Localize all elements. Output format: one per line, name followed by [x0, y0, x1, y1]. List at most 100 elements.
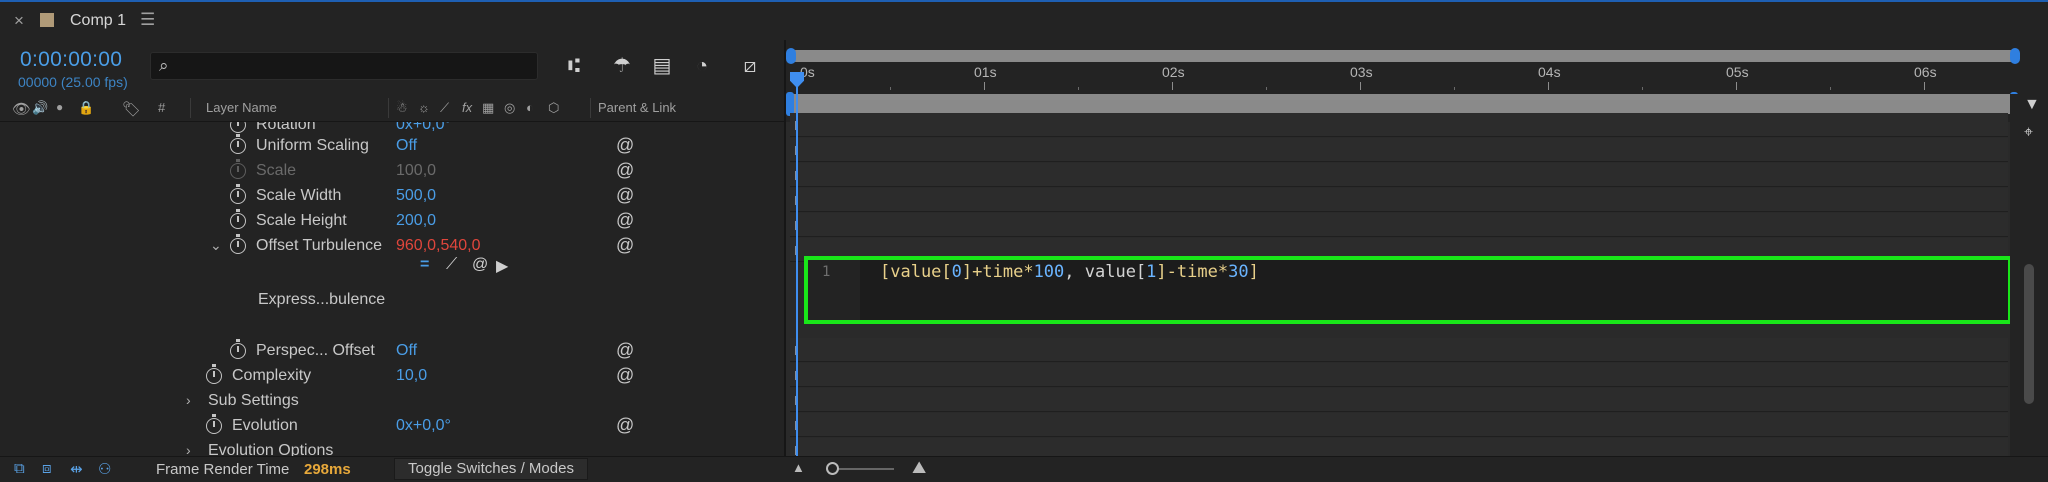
property-row-scale-height[interactable]: Scale Height 200,0 @	[0, 209, 784, 234]
track-row[interactable]: I	[790, 363, 2008, 387]
in-out-duration-icon[interactable]: ⇹	[70, 460, 83, 478]
track-row[interactable]: I	[790, 163, 2008, 187]
work-area-end-handle[interactable]	[2010, 48, 2020, 64]
property-value[interactable]: 200,0	[396, 212, 436, 230]
stopwatch-icon[interactable]	[206, 414, 222, 434]
property-value[interactable]: Off	[396, 137, 417, 155]
stopwatch-icon[interactable]	[230, 234, 246, 254]
property-row-expression[interactable]: Express...bulence	[0, 288, 784, 313]
3d-layer-switch-icon[interactable]: ⬡	[548, 100, 559, 116]
track-row[interactable]: I	[790, 338, 2008, 362]
property-group-sub-settings[interactable]: › Sub Settings	[0, 389, 784, 414]
frame-blending-icon[interactable]: ▤	[648, 52, 676, 80]
expand-chevron-icon[interactable]: ›	[186, 442, 191, 456]
pick-whip-icon[interactable]: @	[616, 235, 634, 256]
property-row-evolution[interactable]: Evolution 0x+0,0° @	[0, 414, 784, 439]
stopwatch-icon[interactable]	[230, 134, 246, 154]
pick-whip-icon[interactable]: @	[616, 340, 634, 361]
property-row-complexity[interactable]: Complexity 10,0 @	[0, 364, 784, 389]
render-time-icon[interactable]: ⚇	[98, 460, 111, 478]
comp-marker-bin-icon[interactable]: ▼	[2024, 96, 2040, 114]
property-row-uniform-scaling[interactable]: Uniform Scaling Off @	[0, 134, 784, 159]
adjustment-switch-icon[interactable]: ◐	[526, 100, 534, 115]
track-row[interactable]: I	[790, 188, 2008, 212]
property-group-evolution-options[interactable]: › Evolution Options	[0, 439, 784, 456]
motion-blur-switch-icon[interactable]: ◎	[504, 100, 515, 116]
track-row[interactable]: I	[790, 388, 2008, 412]
quality-switch-icon[interactable]: ⟋	[440, 100, 449, 116]
stopwatch-icon[interactable]	[230, 339, 246, 359]
effect-switch-icon[interactable]: fx	[462, 100, 472, 115]
property-value[interactable]: 0x+0,0°	[396, 122, 451, 134]
search-input[interactable]	[187, 55, 527, 77]
zoom-out-icon[interactable]: ▲	[792, 460, 805, 475]
track-row[interactable]: I	[790, 213, 2008, 237]
expression-editor[interactable]: 1 [value[0]+time*100, value[1]-time*30]	[804, 256, 2012, 324]
toggle-switches-modes-button[interactable]: Toggle Switches / Modes	[394, 458, 588, 480]
stopwatch-icon[interactable]	[230, 209, 246, 229]
property-row-scale-width[interactable]: Scale Width 500,0 @	[0, 184, 784, 209]
panel-menu-icon[interactable]: ☰	[140, 10, 155, 30]
collapse-switch-icon[interactable]: ☼	[418, 100, 430, 115]
time-navigator-bar[interactable]	[790, 94, 2016, 114]
motion-blur-icon[interactable]: ◔	[688, 52, 716, 80]
stopwatch-icon[interactable]	[206, 364, 222, 384]
pick-whip-icon[interactable]: @	[616, 415, 634, 436]
video-switch-icon[interactable]: 👁	[12, 100, 31, 118]
zoom-slider-thumb[interactable]	[826, 462, 839, 475]
pick-whip-icon[interactable]: @	[616, 135, 634, 156]
expression-code-line[interactable]: [value[0]+time*100, value[1]-time*30]	[880, 262, 1259, 282]
graph-editor-icon[interactable]: ⧄	[736, 52, 764, 80]
work-area-start-handle[interactable]	[786, 48, 796, 64]
property-row-perspective-offset[interactable]: Perspec... Offset Off @	[0, 339, 784, 364]
track-row[interactable]: I	[790, 113, 2008, 137]
lock-switch-icon[interactable]: 🔒	[78, 100, 94, 116]
column-divider[interactable]	[190, 98, 191, 118]
column-divider[interactable]	[388, 98, 389, 118]
property-value[interactable]: 10,0	[396, 367, 427, 385]
frame-blend-switch-icon[interactable]: ▦	[482, 100, 494, 116]
property-value[interactable]: 500,0	[396, 187, 436, 205]
playhead-line[interactable]	[796, 86, 798, 456]
vertical-scrollbar[interactable]	[2024, 264, 2034, 404]
zoom-in-icon[interactable]: ⛰	[912, 458, 926, 478]
composition-flowchart-icon[interactable]: ⑆	[560, 52, 588, 80]
layer-search-field[interactable]: ⌕	[150, 52, 538, 80]
expand-chevron-icon[interactable]: ›	[186, 392, 191, 408]
expression-graph-icon[interactable]: ⟋	[446, 256, 457, 274]
stopwatch-icon[interactable]	[230, 184, 246, 204]
zoom-slider-track[interactable]	[832, 468, 894, 470]
track-row[interactable]: I	[790, 138, 2008, 162]
column-divider[interactable]	[590, 98, 591, 118]
property-value[interactable]: Off	[396, 342, 417, 360]
close-tab-icon[interactable]: ×	[14, 11, 24, 31]
parent-link-header[interactable]: Parent & Link	[598, 100, 676, 115]
audio-switch-icon[interactable]: 🔊	[32, 100, 48, 116]
expression-language-menu-icon[interactable]: ▶	[496, 256, 508, 276]
expand-chevron-icon[interactable]: ⌄	[210, 237, 222, 254]
pick-whip-icon[interactable]: @	[616, 365, 634, 386]
label-tag-icon[interactable]: 🏷	[122, 100, 141, 118]
pick-whip-icon[interactable]: @	[616, 160, 634, 181]
time-ruler[interactable]: 0s 01s 02s 03s 04s 05s 06s	[790, 64, 2022, 90]
shy-switch-icon[interactable]: ☃	[396, 100, 408, 116]
expression-enable-icon[interactable]: =	[420, 256, 429, 274]
comp-tab-title[interactable]: Comp 1	[70, 12, 126, 30]
pick-whip-icon[interactable]: @	[616, 210, 634, 231]
pick-whip-icon[interactable]: @	[616, 185, 634, 206]
layer-switches-icon[interactable]: ⧉	[14, 460, 25, 477]
stopwatch-icon[interactable]	[230, 122, 246, 133]
transfer-controls-icon[interactable]: ⧈	[42, 460, 52, 477]
brainstorm-icon[interactable]: ⌖	[2024, 124, 2033, 142]
property-row-scale[interactable]: Scale 100,0 @	[0, 159, 784, 184]
property-row-offset-turbulence[interactable]: ⌄ Offset Turbulence 960,0,540,0 @	[0, 234, 784, 259]
layer-name-header[interactable]: Layer Name	[206, 100, 277, 115]
current-time-display[interactable]: 0:00:00:00	[20, 48, 122, 72]
expression-pick-whip-icon[interactable]: @	[472, 256, 488, 274]
property-value[interactable]: 0x+0,0°	[396, 417, 451, 435]
work-area-bar[interactable]	[790, 50, 2016, 62]
solo-switch-icon[interactable]: ●	[56, 100, 63, 114]
track-row[interactable]: I	[790, 413, 2008, 437]
panel-divider[interactable]	[784, 40, 786, 456]
draft-3d-icon[interactable]: ☂	[608, 52, 636, 80]
